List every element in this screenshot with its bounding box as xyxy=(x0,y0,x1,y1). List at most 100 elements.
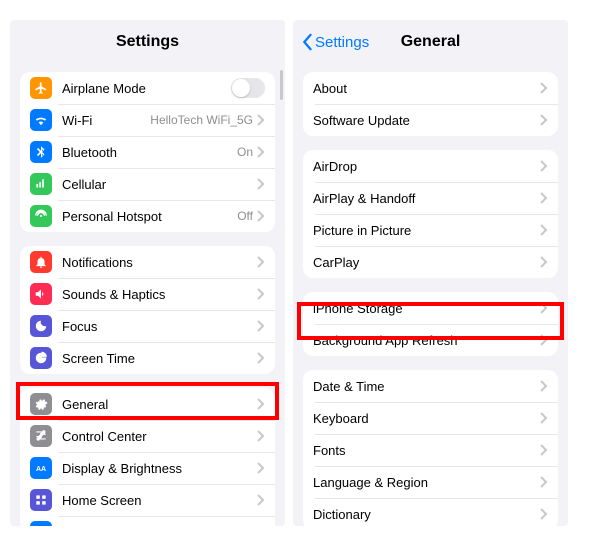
row-label: Keyboard xyxy=(313,411,540,426)
chevron-right-icon xyxy=(540,256,548,268)
chevron-right-icon xyxy=(540,476,548,488)
row-sounds[interactable]: Sounds & Haptics xyxy=(20,278,275,310)
row-label: Sounds & Haptics xyxy=(62,287,257,302)
accessibility-icon xyxy=(30,521,52,526)
row-general[interactable]: General xyxy=(20,388,275,420)
row-label: Date & Time xyxy=(313,379,540,394)
row-label: Notifications xyxy=(62,255,257,270)
airplane-toggle[interactable] xyxy=(231,78,265,98)
row-carplay[interactable]: CarPlay xyxy=(303,246,558,278)
row-value: Off xyxy=(237,209,253,223)
svg-text:AA: AA xyxy=(36,466,46,473)
row-label: AirDrop xyxy=(313,159,540,174)
gear-icon xyxy=(30,393,52,415)
chevron-right-icon xyxy=(540,380,548,392)
notifications-group: Notifications Sounds & Haptics Focus Scr… xyxy=(20,246,275,374)
row-accessibility[interactable]: Accessibility xyxy=(20,516,275,526)
page-title: Settings xyxy=(116,33,179,51)
chevron-right-icon xyxy=(540,412,548,424)
row-airplane[interactable]: Airplane Mode xyxy=(20,72,275,104)
system-group: General Control Center AA Display & Brig… xyxy=(20,388,275,526)
row-label: CarPlay xyxy=(313,255,540,270)
row-label: Fonts xyxy=(313,443,540,458)
row-label: Screen Time xyxy=(62,351,257,366)
row-label: Bluetooth xyxy=(62,145,237,160)
row-fonts[interactable]: Fonts xyxy=(303,434,558,466)
row-datetime[interactable]: Date & Time xyxy=(303,370,558,402)
scrollbar[interactable] xyxy=(280,70,283,100)
row-label: Background App Refresh xyxy=(313,333,540,348)
row-label: Display & Brightness xyxy=(62,461,257,476)
row-pip[interactable]: Picture in Picture xyxy=(303,214,558,246)
row-focus[interactable]: Focus xyxy=(20,310,275,342)
chevron-right-icon xyxy=(540,224,548,236)
row-refresh[interactable]: Background App Refresh xyxy=(303,324,558,356)
airplane-icon xyxy=(30,77,52,99)
row-software[interactable]: Software Update xyxy=(303,104,558,136)
chevron-right-icon xyxy=(257,146,265,158)
row-notifications[interactable]: Notifications xyxy=(20,246,275,278)
row-bluetooth[interactable]: Bluetooth On xyxy=(20,136,275,168)
chevron-right-icon xyxy=(257,398,265,410)
header: Settings General xyxy=(293,20,568,64)
row-label: Home Screen xyxy=(62,493,257,508)
row-label: AirPlay & Handoff xyxy=(313,191,540,206)
settings-screen: Settings Airplane Mode Wi-Fi HelloTech W… xyxy=(10,20,285,526)
row-label: Software Update xyxy=(313,113,540,128)
chevron-right-icon xyxy=(257,288,265,300)
locale-group: Date & Time Keyboard Fonts Language & Re… xyxy=(303,370,558,526)
chevron-right-icon xyxy=(257,114,265,126)
chevron-right-icon xyxy=(257,210,265,222)
row-label: Personal Hotspot xyxy=(62,209,237,224)
control-center-icon xyxy=(30,425,52,447)
back-label: Settings xyxy=(315,34,369,51)
chevron-right-icon xyxy=(257,352,265,364)
row-label: Accessibility xyxy=(62,525,257,527)
about-group: About Software Update xyxy=(303,72,558,136)
row-language[interactable]: Language & Region xyxy=(303,466,558,498)
chevron-right-icon xyxy=(540,114,548,126)
display-icon: AA xyxy=(30,457,52,479)
page-title: General xyxy=(401,33,461,51)
row-storage[interactable]: iPhone Storage xyxy=(303,292,558,324)
row-display[interactable]: AA Display & Brightness xyxy=(20,452,275,484)
row-screentime[interactable]: Screen Time xyxy=(20,342,275,374)
home-icon xyxy=(30,489,52,511)
row-airdrop[interactable]: AirDrop xyxy=(303,150,558,182)
row-label: Dictionary xyxy=(313,507,540,522)
row-label: Cellular xyxy=(62,177,257,192)
header: Settings xyxy=(10,20,285,64)
row-about[interactable]: About xyxy=(303,72,558,104)
connectivity-group: Airplane Mode Wi-Fi HelloTech WiFi_5G Bl… xyxy=(20,72,275,232)
row-wifi[interactable]: Wi-Fi HelloTech WiFi_5G xyxy=(20,104,275,136)
row-airplay[interactable]: AirPlay & Handoff xyxy=(303,182,558,214)
hotspot-icon xyxy=(30,205,52,227)
row-dictionary[interactable]: Dictionary xyxy=(303,498,558,526)
row-home[interactable]: Home Screen xyxy=(20,484,275,516)
chevron-right-icon xyxy=(540,508,548,520)
chevron-right-icon xyxy=(540,444,548,456)
row-label: Control Center xyxy=(62,429,257,444)
row-label: Wi-Fi xyxy=(62,113,150,128)
row-control-center[interactable]: Control Center xyxy=(20,420,275,452)
bluetooth-icon xyxy=(30,141,52,163)
back-button[interactable]: Settings xyxy=(301,33,369,51)
storage-group: iPhone Storage Background App Refresh xyxy=(303,292,558,356)
row-label: Language & Region xyxy=(313,475,540,490)
chevron-right-icon xyxy=(257,430,265,442)
row-value: HelloTech WiFi_5G xyxy=(150,113,253,127)
chevron-right-icon xyxy=(540,192,548,204)
chevron-right-icon xyxy=(257,320,265,332)
row-label: Airplane Mode xyxy=(62,81,231,96)
row-cellular[interactable]: Cellular xyxy=(20,168,275,200)
row-hotspot[interactable]: Personal Hotspot Off xyxy=(20,200,275,232)
focus-icon xyxy=(30,315,52,337)
chevron-right-icon xyxy=(257,178,265,190)
notifications-icon xyxy=(30,251,52,273)
row-keyboard[interactable]: Keyboard xyxy=(303,402,558,434)
row-value: On xyxy=(237,145,253,159)
airdrop-group: AirDrop AirPlay & Handoff Picture in Pic… xyxy=(303,150,558,278)
row-label: Focus xyxy=(62,319,257,334)
row-label: General xyxy=(62,397,257,412)
chevron-right-icon xyxy=(540,160,548,172)
